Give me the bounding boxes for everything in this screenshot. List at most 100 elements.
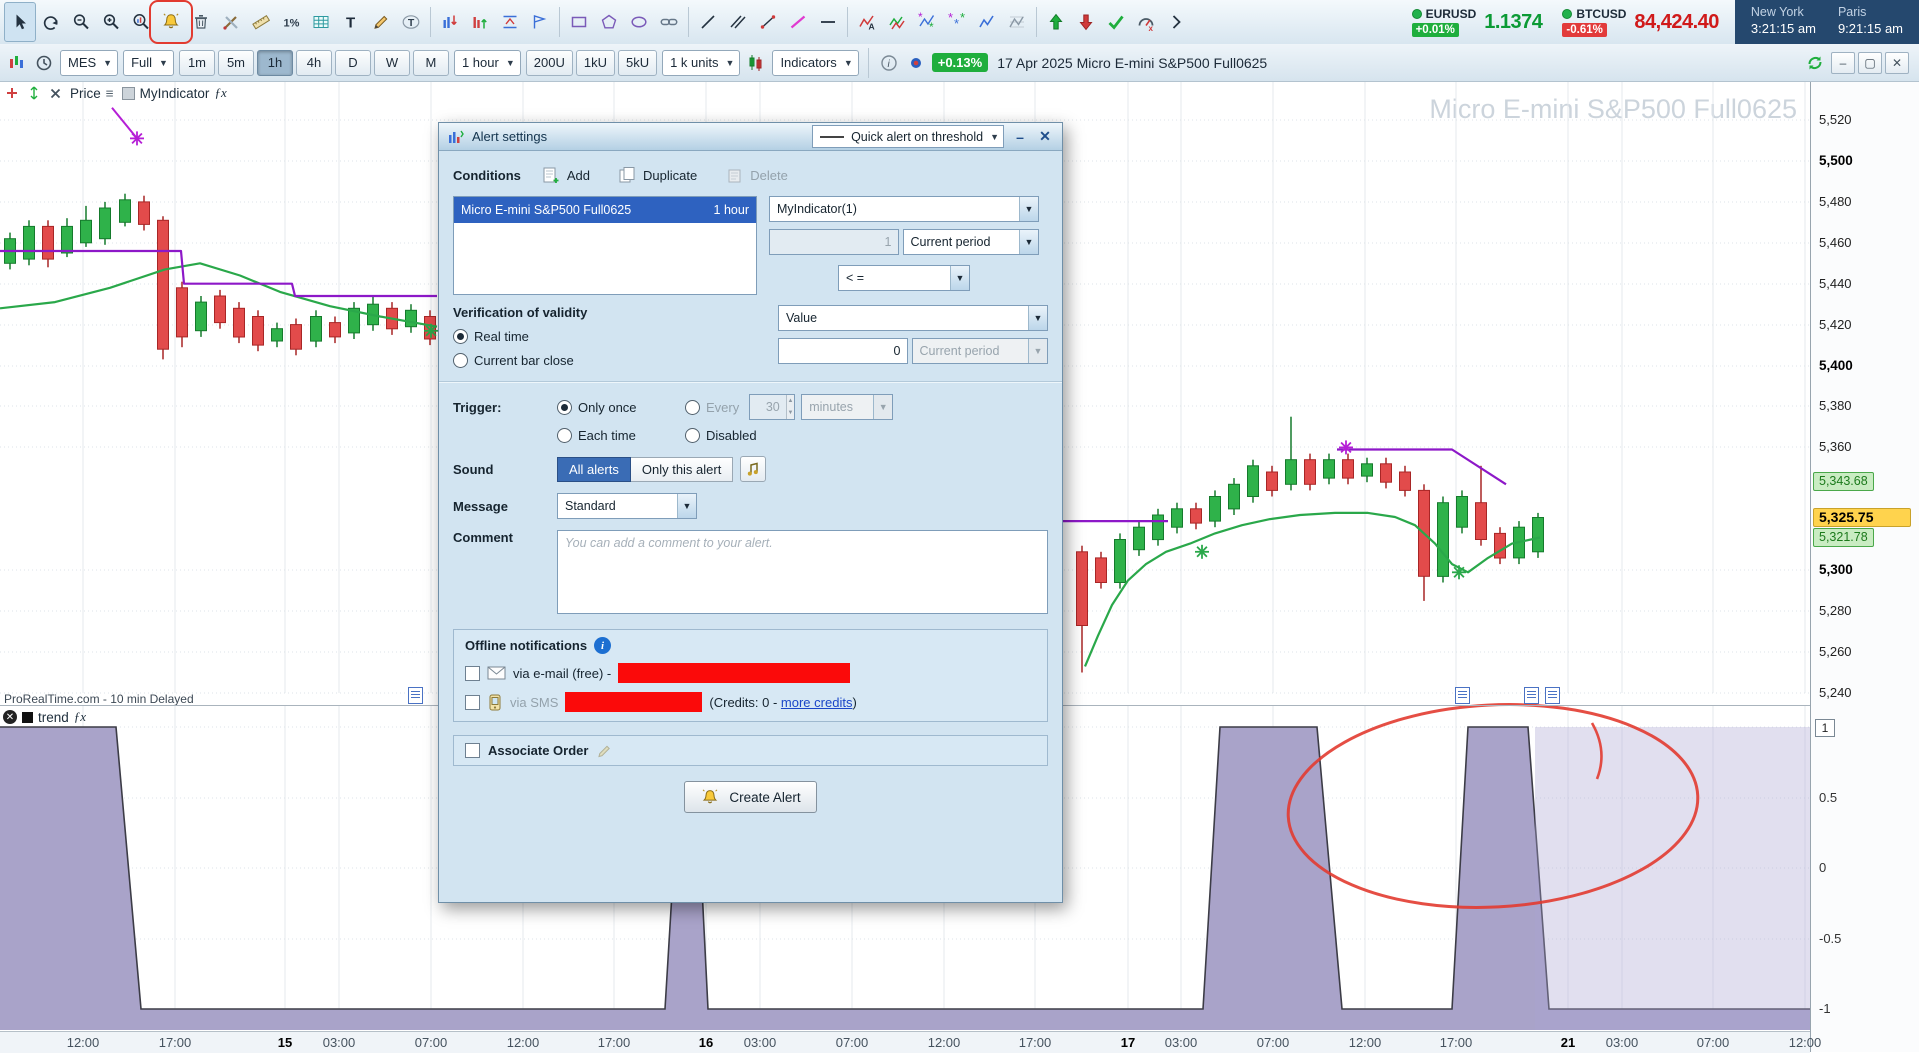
timeframe-button-1m[interactable]: 1m (178, 49, 215, 76)
condition-item-selected[interactable]: Micro E-mini S&P500 Full0625 1 hour (454, 197, 756, 223)
period-select-disabled[interactable]: Current period ▼ (911, 338, 1048, 364)
duplicate-condition-button[interactable]: Duplicate (611, 163, 704, 187)
only-this-alert-button[interactable]: Only this alert (630, 456, 734, 482)
check-icon[interactable] (1101, 3, 1131, 41)
trash-icon[interactable] (186, 3, 216, 41)
associate-order-checkbox[interactable] (465, 743, 480, 758)
sound-settings-button[interactable] (740, 456, 767, 482)
units-button-1kU[interactable]: 1kU (575, 49, 615, 76)
timeframe-select[interactable]: 1 hour ▼ (453, 49, 521, 76)
each-time-radio[interactable] (557, 428, 572, 443)
zigzag-a-icon[interactable]: A (852, 3, 882, 41)
timeframe-button-D[interactable]: D (334, 49, 371, 76)
pattern-3-icon[interactable] (495, 3, 525, 41)
pattern-4-icon[interactable] (525, 3, 555, 41)
gauge-icon[interactable]: x (1131, 3, 1161, 41)
shape-link-icon[interactable] (654, 3, 684, 41)
realtime-radio[interactable] (453, 329, 468, 344)
timeframe-button-5m[interactable]: 5m (217, 49, 254, 76)
timeframe-button-4h[interactable]: 4h (295, 49, 332, 76)
refresh-icon[interactable] (1804, 51, 1826, 75)
all-alerts-button[interactable]: All alerts (557, 456, 631, 482)
period-select[interactable]: Current period ▼ (902, 229, 1039, 255)
stepper-arrows[interactable]: ▲ ▼ (785, 395, 795, 419)
alert-bell-icon[interactable] (149, 0, 193, 44)
panel-page-icon[interactable] (1455, 687, 1470, 704)
timeframe-button-M[interactable]: M (412, 49, 449, 76)
line-magenta-icon[interactable] (783, 3, 813, 41)
every-radio-row[interactable]: Every (685, 399, 739, 415)
conditions-list[interactable]: Micro E-mini S&P500 Full0625 1 hour (453, 196, 757, 295)
arrow-down-icon[interactable] (1071, 3, 1101, 41)
zigzag-stars-icon[interactable]: * * (912, 3, 942, 41)
timeframe-button-W[interactable]: W (373, 49, 410, 76)
ruler-icon[interactable] (246, 3, 276, 41)
mode-select[interactable]: Full ▼ (123, 49, 174, 76)
zigzag-multi-icon[interactable] (882, 3, 912, 41)
pattern-1-icon[interactable] (435, 3, 465, 41)
units-select[interactable]: 1 k units ▼ (662, 49, 741, 76)
text-icon[interactable]: T (336, 3, 366, 41)
watchlist-icon[interactable] (33, 51, 55, 75)
panel-arrows-icon[interactable] (27, 86, 41, 100)
indicator-line-field[interactable] (769, 229, 899, 255)
price-axis[interactable]: 5,520 5,500 5,480 5,460 5,440 5,420 5,400 5,380… (1810, 81, 1919, 1052)
zigzag-fib-icon[interactable] (1002, 3, 1032, 41)
restore-button[interactable]: ▢ (1858, 51, 1882, 74)
grid-icon[interactable] (306, 3, 336, 41)
mini-candles-icon[interactable] (6, 51, 28, 75)
operator-select[interactable]: < = ▼ (838, 265, 970, 291)
time-axis[interactable]: 12:00 17:00 15 03:00 07:00 12:00 17:00 16 03:00 0… (0, 1031, 1821, 1053)
chart-style-icon[interactable] (745, 51, 767, 75)
disabled-radio-row[interactable]: Disabled (685, 428, 757, 443)
zoom-out-icon[interactable] (66, 3, 96, 41)
line-horizontal-icon[interactable] (813, 3, 843, 41)
every-radio[interactable] (685, 399, 700, 415)
sms-checkbox[interactable] (465, 694, 480, 710)
shape-poly-icon[interactable] (594, 3, 624, 41)
only-once-radio[interactable] (557, 399, 572, 415)
only-once-radio-row[interactable]: Only once (557, 399, 685, 415)
more-credits-link[interactable]: more credits (781, 695, 853, 710)
symbol-select[interactable]: MES ▼ (60, 49, 119, 76)
info-icon[interactable]: i (594, 637, 612, 654)
zigzag-blue-icon[interactable] (972, 3, 1002, 41)
each-time-radio-row[interactable]: Each time (557, 428, 685, 443)
panel-info-icon[interactable] (1524, 687, 1539, 704)
indicators-select[interactable]: Indicators ▼ (772, 49, 859, 76)
lines-parallel-icon[interactable] (723, 3, 753, 41)
add-condition-button[interactable]: Add (535, 163, 597, 187)
pointer-icon[interactable] (4, 2, 36, 42)
dialog-close-button[interactable]: ✕ (1036, 128, 1054, 145)
realtime-radio-row[interactable]: Real time (453, 329, 778, 344)
compare-source-select[interactable]: Value ▼ (778, 305, 1048, 331)
zoom-in-icon[interactable] (96, 3, 126, 41)
threshold-value-field[interactable] (778, 338, 908, 364)
message-select[interactable]: Standard ▼ (557, 493, 697, 519)
pattern-2-icon[interactable] (465, 3, 495, 41)
create-alert-button[interactable]: Create Alert (684, 781, 817, 813)
every-value-field[interactable]: ▲▼ (749, 394, 796, 420)
text-ellipse-icon[interactable]: T (396, 3, 426, 41)
shape-ellipse-icon[interactable] (624, 3, 654, 41)
line-diagonal-icon[interactable] (693, 3, 723, 41)
close-icon[interactable]: ✕ (3, 710, 17, 724)
more-icon[interactable] (1161, 3, 1191, 41)
dialog-titlebar[interactable]: Alert settings Quick alert on threshold … (439, 123, 1062, 151)
indicator-select[interactable]: MyIndicator(1) ▼ (769, 196, 1039, 222)
undo-icon[interactable] (36, 3, 66, 41)
timeframe-button-1h[interactable]: 1h (256, 49, 293, 76)
quote-btcusd[interactable]: BTCUSD -0.61% 84,424.40 (1552, 7, 1728, 37)
every-unit-select[interactable]: minutes ▼ (801, 394, 894, 420)
price-legend-chip[interactable]: Price ≡ (70, 86, 114, 101)
panel-close-icon[interactable] (49, 87, 62, 100)
close-button[interactable]: ✕ (1885, 51, 1909, 74)
barclose-radio[interactable] (453, 353, 468, 368)
arrow-up-icon[interactable] (1041, 3, 1071, 41)
email-checkbox[interactable] (465, 665, 480, 681)
shape-rect-icon[interactable] (564, 3, 594, 41)
panel-page-icon[interactable] (408, 687, 423, 704)
panel-page-icon[interactable] (1545, 687, 1560, 704)
units-button-200U[interactable]: 200U (525, 49, 573, 76)
barclose-radio-row[interactable]: Current bar close (453, 353, 778, 368)
